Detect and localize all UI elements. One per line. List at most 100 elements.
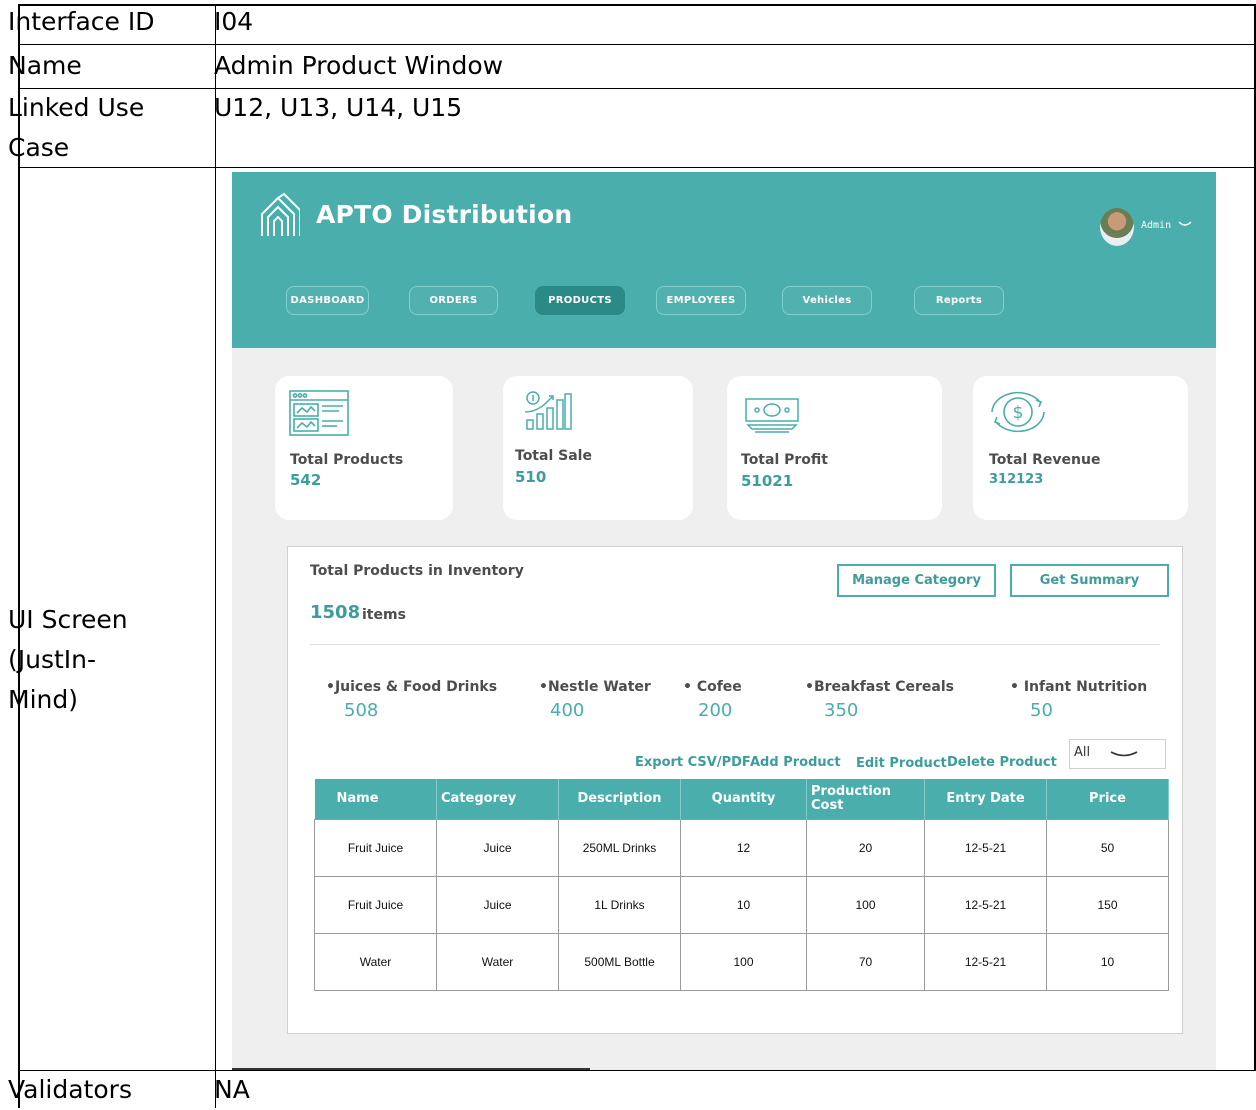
nav-products[interactable]: PRODUCTS [535,286,625,315]
cell-category: Water [436,933,559,991]
table-row[interactable]: Fruit Juice Juice 1L Drinks 10 100 12-5-… [314,876,1169,934]
column-header[interactable]: Quantity [680,779,807,820]
category-name: •Juices & Food Drinks [326,679,498,695]
stat-card-total-products: Total Products 542 [275,376,453,520]
value-interface-id: I04 [214,7,254,36]
cash-bill-icon [745,398,799,433]
row-divider [18,88,1256,89]
value-validators: NA [214,1075,250,1104]
delete-product-link[interactable]: Delete Product [947,755,1057,770]
cell-description: 500ML Bottle [558,933,681,991]
column-header[interactable]: Description [558,779,681,820]
cell-name: Fruit Juice [314,876,437,934]
stat-label: Total Sale [515,448,592,464]
column-header[interactable]: Production Cost [806,779,925,820]
dollar-cycle-icon: $ [991,391,1045,433]
category-name: • Cofee [683,679,742,695]
cell-entry-date: 12-5-21 [924,933,1047,991]
bar-growth-icon [524,391,572,430]
cell-entry-date: 12-5-21 [924,819,1047,877]
stat-value: 510 [515,468,547,486]
get-summary-button[interactable]: Get Summary [1010,564,1169,597]
category-count: 400 [550,700,585,721]
inventory-count: 1508 [310,602,361,623]
category-count: 200 [698,700,733,721]
edit-product-link[interactable]: Edit Product [856,756,947,771]
column-header[interactable]: Entry Date [924,779,1047,820]
cell-entry-date: 12-5-21 [924,876,1047,934]
ui-mockup: APTO Distribution Admin DASHBOARD ORDERS… [232,172,1216,1070]
cell-price: 50 [1046,819,1169,877]
cell-name: Fruit Juice [314,819,437,877]
label-linked-use-case-line1: Linked Use [8,93,145,122]
table-header-row: Name Categorey Description Quantity Prod… [314,779,1169,820]
manage-category-button[interactable]: Manage Category [837,564,996,597]
cell-description: 1L Drinks [558,876,681,934]
cell-production-cost: 20 [806,819,925,877]
export-csv-pdf-link[interactable]: Export CSV/PDF [635,755,751,770]
inventory-count-unit: items [362,607,406,623]
label-interface-id: Interface ID [8,7,155,36]
cell-description: 250ML Drinks [558,819,681,877]
category-name: • Infant Nutrition [1010,679,1148,695]
cell-quantity: 12 [680,819,807,877]
cell-category: Juice [436,876,559,934]
category-count: 50 [1030,700,1053,721]
nav-vehicles[interactable]: Vehicles [782,286,872,315]
chevron-down-icon [1110,751,1138,757]
cell-category: Juice [436,819,559,877]
label-validators: Validators [8,1075,132,1104]
row-divider [18,1070,1256,1071]
table-row[interactable]: Water Water 500ML Bottle 100 70 12-5-21 … [314,933,1169,991]
stat-label: Total Revenue [989,452,1101,468]
column-header[interactable]: Categorey [436,779,559,820]
value-name: Admin Product Window [214,51,504,80]
column-header[interactable]: Price [1046,779,1169,820]
inventory-title: Total Products in Inventory [310,563,524,579]
stat-value: 542 [290,471,322,489]
nav-orders[interactable]: ORDERS [409,286,498,315]
table-row[interactable]: Fruit Juice Juice 250ML Drinks 12 20 12-… [314,819,1169,877]
nav-dashboard[interactable]: DASHBOARD [286,286,369,315]
stat-value: 51021 [741,472,794,490]
cell-quantity: 10 [680,876,807,934]
table-column-divider [215,4,216,1108]
house-logo-icon [261,192,300,236]
label-ui-screen-line2: (JustIn- [8,645,97,674]
divider [310,644,1160,645]
mockup-scroll-line [232,1068,590,1070]
label-ui-screen-line3: Mind) [8,685,78,714]
user-name[interactable]: Admin [1141,220,1171,231]
add-product-link[interactable]: Add Product [750,755,841,770]
category-filter-select[interactable]: All [1069,739,1166,769]
nav-employees[interactable]: EMPLOYEES [656,286,746,315]
cell-name: Water [314,933,437,991]
filter-value: All [1074,745,1091,760]
value-linked-use-case: U12, U13, U14, U15 [214,93,463,122]
cell-production-cost: 100 [806,876,925,934]
table-border-left [18,4,20,1108]
stat-value: 312123 [989,472,1044,487]
stat-label: Total Products [290,452,404,468]
nav-reports[interactable]: Reports [914,286,1004,315]
column-header[interactable]: Name [314,779,437,820]
stat-card-total-sale: Total Sale 510 [503,376,693,520]
table-border-top [18,4,1256,6]
label-linked-use-case-line2: Case [8,133,70,162]
svg-text:$: $ [1013,403,1024,423]
category-name: •Nestle Water [539,679,651,695]
inventory-panel: Total Products in Inventory 1508 items M… [287,546,1183,1034]
label-name: Name [8,51,82,80]
stat-card-total-revenue: $ Total Revenue 312123 [973,376,1188,520]
app-header: APTO Distribution Admin DASHBOARD ORDERS… [232,172,1216,348]
products-table: Name Categorey Description Quantity Prod… [314,779,1169,991]
category-count: 508 [344,700,379,721]
cell-production-cost: 70 [806,933,925,991]
avatar[interactable] [1100,208,1134,246]
dashboard-window-icon [289,390,349,436]
row-divider [18,44,1256,45]
cell-quantity: 100 [680,933,807,991]
category-name: •Breakfast Cereals [805,679,954,695]
chevron-down-icon[interactable] [1178,219,1192,229]
brand-title: APTO Distribution [316,200,573,229]
